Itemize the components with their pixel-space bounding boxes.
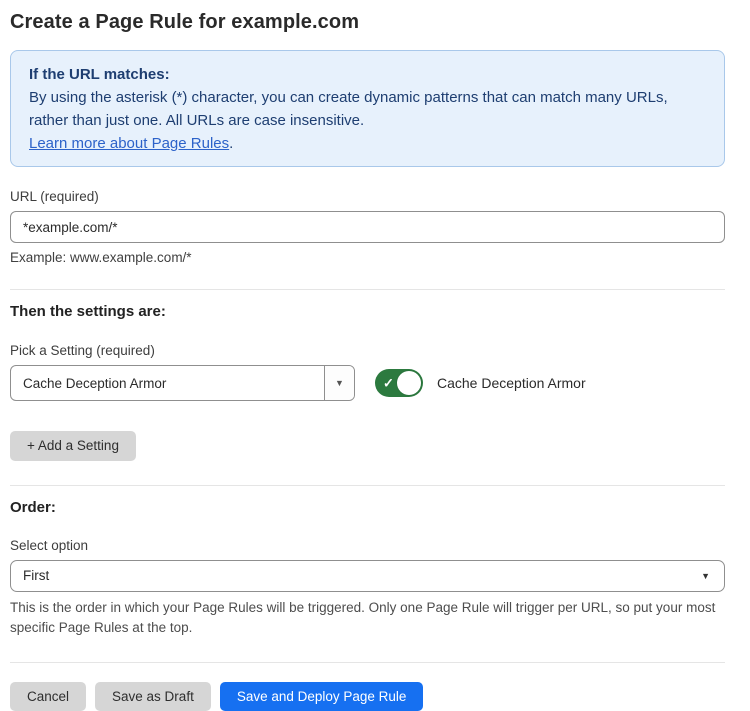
setting-toggle[interactable]: ✓ <box>375 369 423 397</box>
chevron-down-icon: ▼ <box>335 378 344 388</box>
setting-row: Cache Deception Armor ▼ ✓ Cache Deceptio… <box>10 365 725 401</box>
save-as-draft-button[interactable]: Save as Draft <box>95 682 211 711</box>
setting-picker-label: Pick a Setting (required) <box>10 343 725 358</box>
toggle-knob <box>397 371 421 395</box>
cancel-button[interactable]: Cancel <box>10 682 86 711</box>
url-field-helper: Example: www.example.com/* <box>10 250 725 265</box>
info-box-heading: If the URL matches: <box>29 63 706 86</box>
setting-toggle-group: ✓ Cache Deception Armor <box>375 365 586 401</box>
info-box-body: By using the asterisk (*) character, you… <box>29 86 706 132</box>
info-box-link-line: Learn more about Page Rules. <box>29 132 706 155</box>
order-helper-text: This is the order in which your Page Rul… <box>10 598 725 638</box>
order-section-heading: Order: <box>10 499 725 516</box>
check-icon: ✓ <box>383 377 394 390</box>
divider <box>10 485 725 486</box>
url-field-label: URL (required) <box>10 189 725 204</box>
settings-section-heading: Then the settings are: <box>10 303 725 320</box>
order-select-label: Select option <box>10 538 725 553</box>
save-and-deploy-button[interactable]: Save and Deploy Page Rule <box>220 682 424 711</box>
learn-more-link[interactable]: Learn more about Page Rules <box>29 135 229 152</box>
setting-select[interactable]: Cache Deception Armor ▼ <box>10 365 355 401</box>
add-setting-button[interactable]: + Add a Setting <box>10 431 136 461</box>
order-select-value: First <box>23 568 49 583</box>
footer-actions: Cancel Save as Draft Save and Deploy Pag… <box>10 682 725 711</box>
link-suffix: . <box>229 135 233 152</box>
divider <box>10 662 725 663</box>
divider <box>10 289 725 290</box>
url-match-info-box: If the URL matches: By using the asteris… <box>10 50 725 167</box>
setting-toggle-label: Cache Deception Armor <box>437 375 586 391</box>
page-rule-form: Create a Page Rule for example.com If th… <box>0 0 750 711</box>
url-field-group: URL (required) Example: www.example.com/… <box>10 189 725 265</box>
setting-select-arrow-button[interactable]: ▼ <box>324 366 354 400</box>
url-input[interactable] <box>10 211 725 243</box>
chevron-down-icon: ▼ <box>701 571 710 581</box>
setting-select-value: Cache Deception Armor <box>11 366 324 400</box>
order-select[interactable]: First ▼ <box>10 560 725 592</box>
page-title: Create a Page Rule for example.com <box>10 11 725 34</box>
